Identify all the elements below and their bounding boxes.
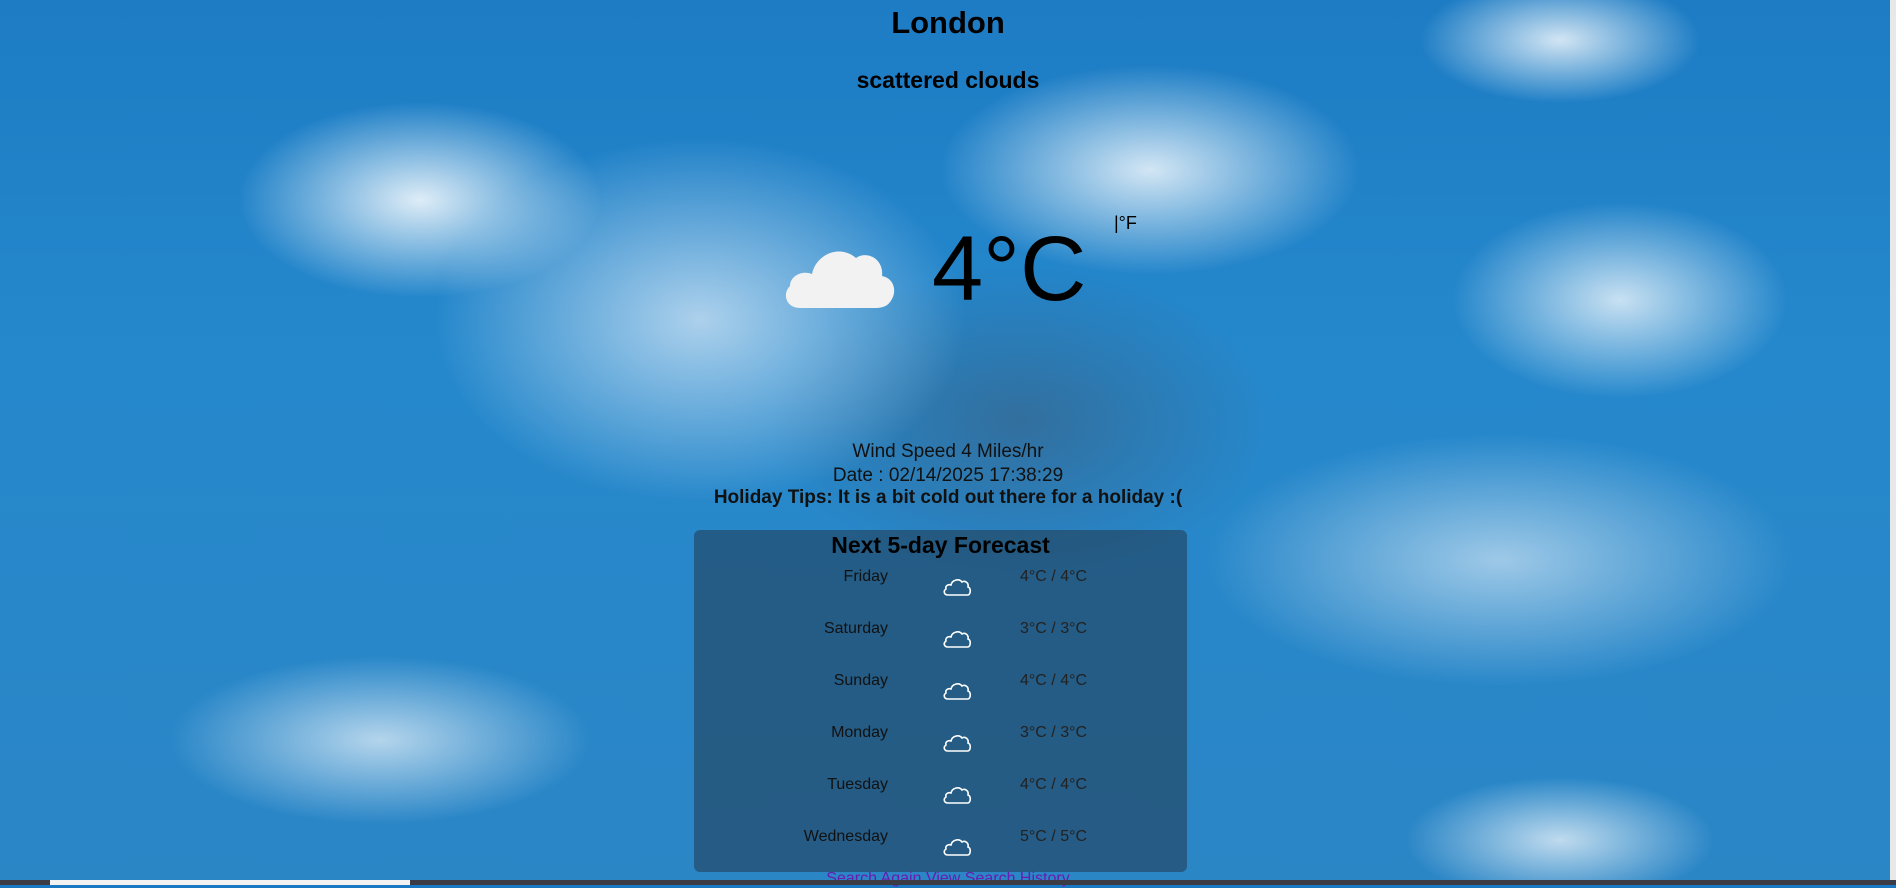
- forecast-row: Saturday 3°C / 3°C: [694, 620, 1187, 672]
- scrollbar-track[interactable]: [1890, 0, 1896, 880]
- cloud-icon: [943, 735, 972, 752]
- forecast-row: Monday 3°C / 3°C: [694, 724, 1187, 776]
- weather-description: scattered clouds: [856, 67, 1040, 93]
- forecast-day: Friday: [843, 568, 888, 585]
- footer-links: Search Again View Search History: [0, 870, 1896, 888]
- forecast-temp: 4°C / 4°C: [1020, 776, 1088, 793]
- forecast-temp: 3°C / 3°C: [1020, 620, 1088, 637]
- forecast-day: Wednesday: [803, 828, 888, 845]
- forecast-panel: Next 5-day Forecast Friday 4°C / 4°C Sat…: [694, 530, 1187, 872]
- forecast-day: Tuesday: [827, 776, 888, 793]
- forecast-day: Sunday: [833, 672, 888, 689]
- forecast-temp: 5°C / 5°C: [1020, 828, 1088, 845]
- city-name: London: [891, 5, 1005, 40]
- current-weather: 4°C: [782, 218, 1142, 332]
- cloud-icon: [943, 579, 972, 596]
- forecast-row: Sunday 4°C / 4°C: [694, 672, 1187, 724]
- date-time: Date : 02/14/2025 17:38:29: [832, 465, 1064, 486]
- cloud-icon: [943, 787, 972, 804]
- current-temperature: 4°C: [932, 218, 1087, 320]
- wind-speed: Wind Speed 4 Miles/hr: [852, 441, 1044, 462]
- forecast-row: Tuesday 4°C / 4°C: [694, 776, 1187, 828]
- bottom-bar-highlight: [50, 880, 410, 885]
- cloud-icon: [943, 631, 972, 648]
- forecast-day: Monday: [831, 724, 888, 741]
- cloud-icon: [943, 839, 972, 856]
- forecast-title: Next 5-day Forecast: [831, 532, 1050, 558]
- forecast-temp: 3°C / 3°C: [1020, 724, 1088, 741]
- forecast-temp: 4°C / 4°C: [1020, 568, 1088, 585]
- cloud-icon: [785, 251, 895, 308]
- cloud-icon: [943, 683, 972, 700]
- forecast-day: Saturday: [823, 620, 888, 637]
- fahrenheit-toggle[interactable]: |°F: [1114, 213, 1137, 234]
- forecast-temp: 4°C / 4°C: [1020, 672, 1088, 689]
- holiday-tips: Holiday Tips: It is a bit cold out there…: [713, 487, 1183, 508]
- forecast-row: Friday 4°C / 4°C: [694, 568, 1187, 620]
- bottom-bar: [0, 880, 1896, 885]
